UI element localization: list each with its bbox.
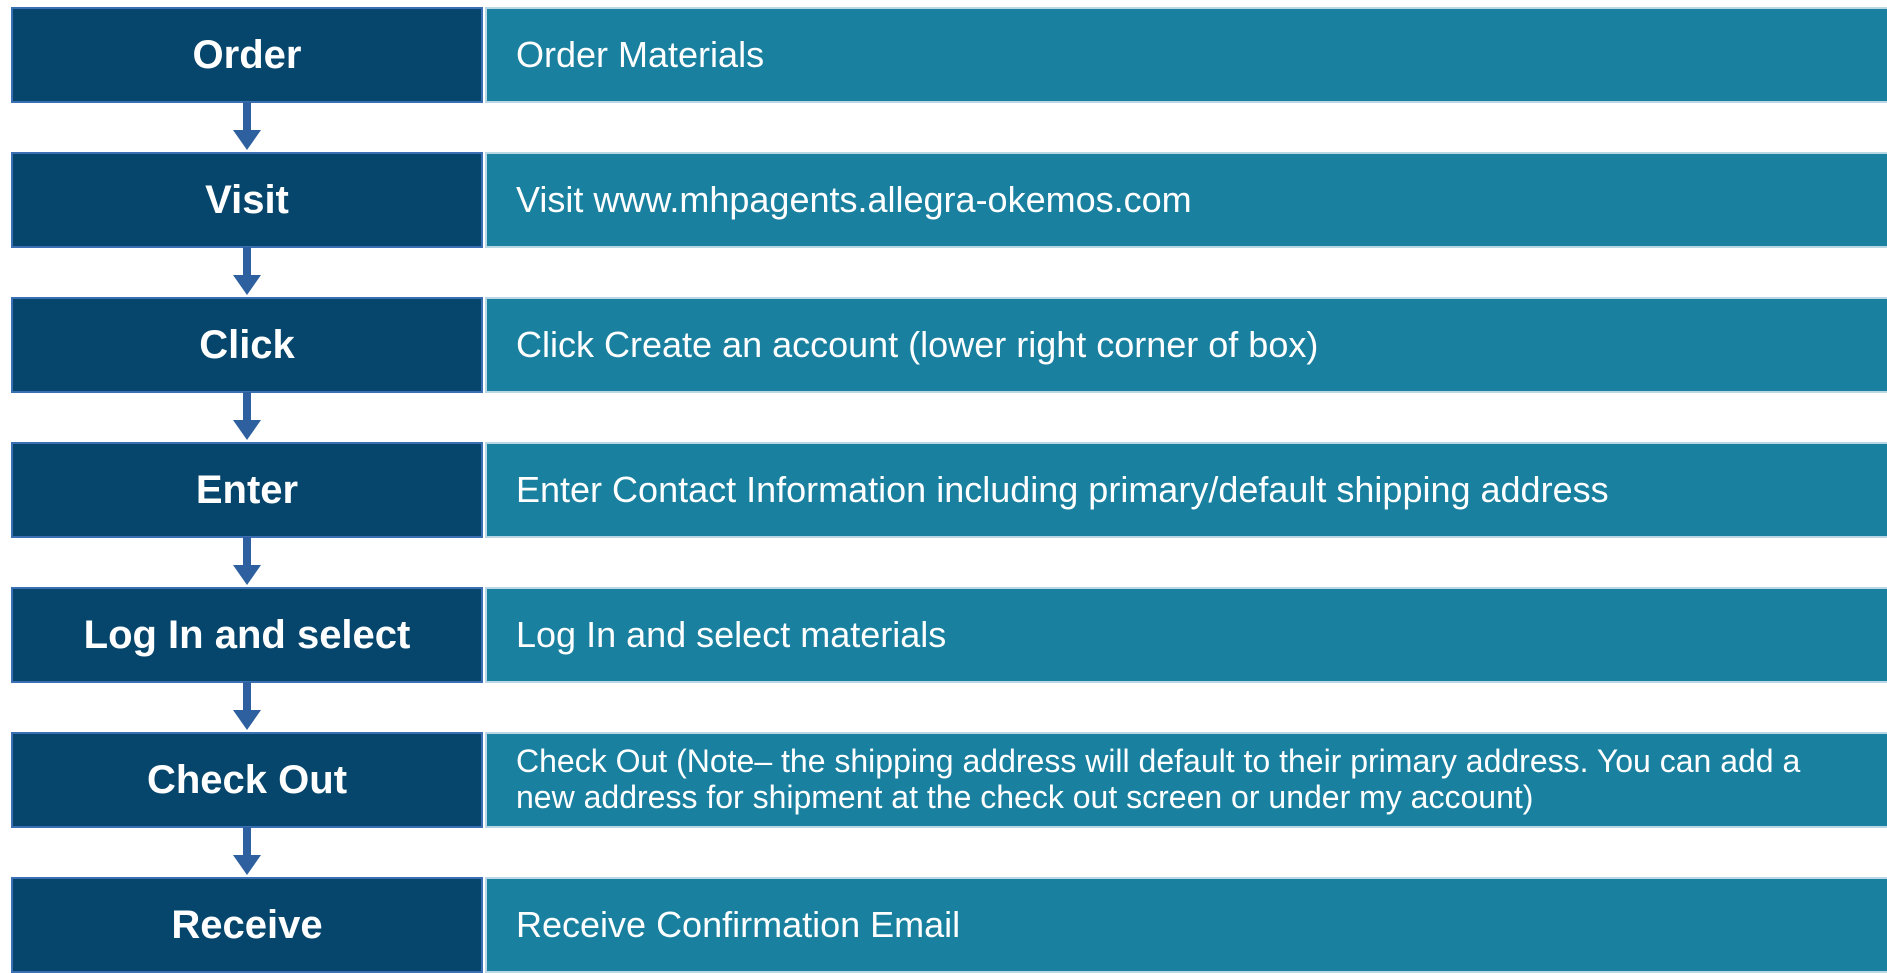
step-check-out: Check Out Check Out (Note– the shipping …	[0, 732, 1887, 828]
down-arrow-icon	[233, 537, 261, 585]
step-log-in: Log In and select Log In and select mate…	[0, 587, 1887, 683]
down-arrow-icon	[233, 392, 261, 440]
process-flow: Order Order Materials Visit Visit www.mh…	[0, 0, 1887, 973]
down-arrow-icon	[233, 827, 261, 875]
step-label: Receive	[11, 877, 483, 973]
step-label: Log In and select	[11, 587, 483, 683]
step-description: Order Materials	[485, 7, 1887, 103]
down-arrow-icon	[233, 247, 261, 295]
step-label: Enter	[11, 442, 483, 538]
step-description: Receive Confirmation Email	[485, 877, 1887, 973]
step-click: Click Click Create an account (lower rig…	[0, 297, 1887, 393]
down-arrow-icon	[233, 102, 261, 150]
step-description: Visit www.mhpagents.allegra-okemos.com	[485, 152, 1887, 248]
step-label: Order	[11, 7, 483, 103]
down-arrow-icon	[233, 682, 261, 730]
step-description: Log In and select materials	[485, 587, 1887, 683]
step-label: Visit	[11, 152, 483, 248]
step-label: Check Out	[11, 732, 483, 828]
step-enter: Enter Enter Contact Information includin…	[0, 442, 1887, 538]
step-description: Check Out (Note– the shipping address wi…	[485, 732, 1887, 828]
step-label: Click	[11, 297, 483, 393]
step-description: Enter Contact Information including prim…	[485, 442, 1887, 538]
step-description: Click Create an account (lower right cor…	[485, 297, 1887, 393]
step-receive: Receive Receive Confirmation Email	[0, 877, 1887, 973]
step-visit: Visit Visit www.mhpagents.allegra-okemos…	[0, 152, 1887, 248]
step-order: Order Order Materials	[0, 7, 1887, 103]
